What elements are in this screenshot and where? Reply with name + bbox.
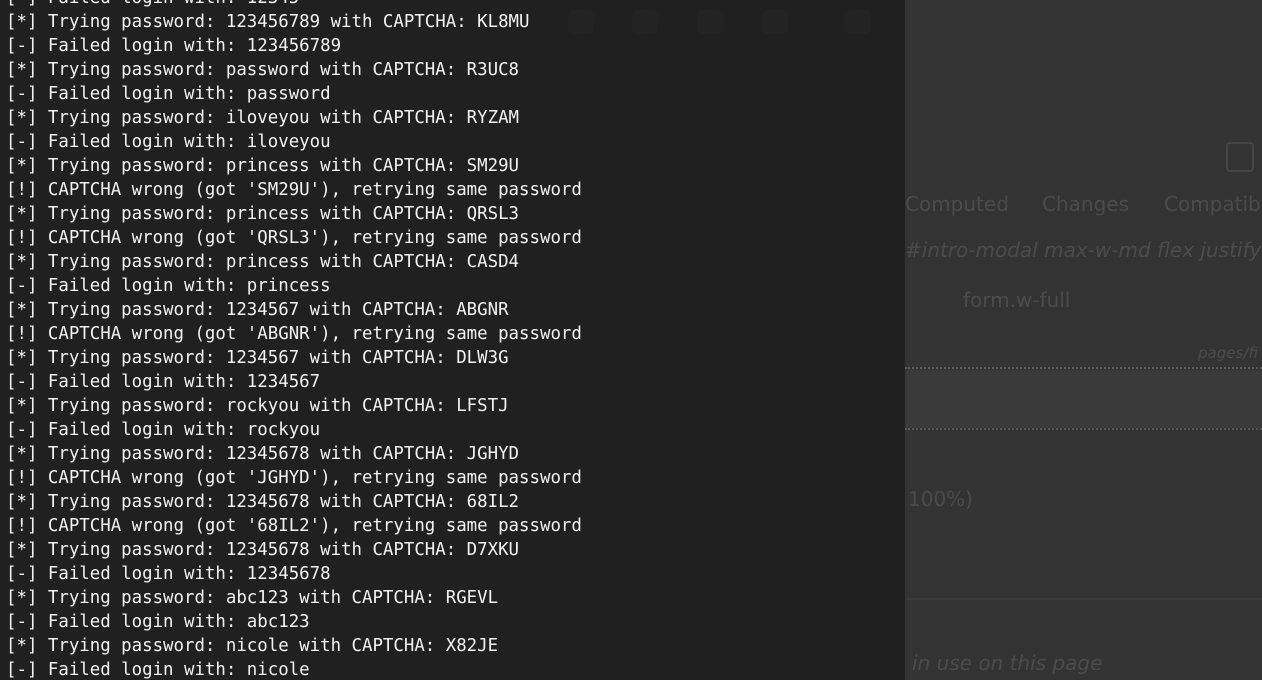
copy-icon[interactable]: [1226, 142, 1254, 172]
terminal-line: [!] CAPTCHA wrong (got 'ABGNR'), retryin…: [6, 324, 582, 344]
class-dropdown[interactable]: form.w-full: [963, 288, 1070, 312]
divider: [905, 367, 1262, 369]
terminal-line: [!] CAPTCHA wrong (got 'SM29U'), retryin…: [6, 180, 582, 200]
terminal-line: [-] Failed login with: rockyou: [6, 420, 321, 440]
devtools-tab-changes[interactable]: Changes: [1042, 192, 1129, 216]
terminal-output: [-] Failed login with: 12345 [*] Trying p…: [6, 0, 582, 680]
terminal-line: [!] CAPTCHA wrong (got 'JGHYD'), retryin…: [6, 468, 582, 488]
terminal-line: [!] CAPTCHA wrong (got '68IL2'), retryin…: [6, 516, 582, 536]
terminal-line: [-] Failed login with: 123456789: [6, 36, 342, 56]
screen: Computed Changes Compatib #intro-modal m…: [0, 0, 1262, 680]
terminal-window[interactable]: [-] Failed login with: 12345 [*] Trying p…: [0, 0, 905, 680]
percent-value-text: 100%): [908, 487, 973, 511]
terminal-line: [*] Trying password: password with CAPTC…: [6, 60, 520, 80]
fonts-in-use-text: in use on this page: [912, 651, 1103, 675]
terminal-line: [*] Trying password: princess with CAPTC…: [6, 156, 520, 176]
terminal-line: [*] Trying password: rockyou with CAPTCH…: [6, 396, 509, 416]
terminal-line: [-] Failed login with: 12345: [6, 0, 582, 10]
element-selector-text: #intro-modal max-w-md flex justify-: [905, 238, 1262, 262]
terminal-line: [-] Failed login with: password: [6, 84, 331, 104]
highlight-row: [905, 370, 1262, 428]
devtools-panel-background: [905, 0, 1262, 680]
terminal-line: [-] Failed login with: princess: [6, 276, 331, 296]
terminal-line: [-] Failed login with: 1234567: [6, 372, 321, 392]
terminal-line: [*] Trying password: 1234567 with CAPTCH…: [6, 300, 509, 320]
terminal-line: [*] Trying password: 12345678 with CAPTC…: [6, 540, 520, 560]
terminal-line: [*] Trying password: abc123 with CAPTCHA…: [6, 588, 499, 608]
terminal-line: [!] CAPTCHA wrong (got 'QRSL3'), retryin…: [6, 228, 582, 248]
terminal-line: [*] Trying password: 12345678 with CAPTC…: [6, 492, 520, 512]
terminal-line: [-] Failed login with: iloveyou: [6, 132, 331, 152]
terminal-line: [-] Failed login with: 12345678: [6, 564, 331, 584]
terminal-line: [*] Trying password: nicole with CAPTCHA…: [6, 636, 499, 656]
section-divider: [905, 598, 1262, 600]
terminal-line: [-] Failed login with: abc123: [6, 612, 310, 632]
divider: [905, 428, 1262, 430]
source-path-text[interactable]: pages/fi: [1198, 344, 1258, 362]
terminal-line: [*] Trying password: princess with CAPTC…: [6, 252, 520, 272]
terminal-line: [*] Trying password: princess with CAPTC…: [6, 204, 520, 224]
terminal-line: [*] Trying password: 12345678 with CAPTC…: [6, 444, 520, 464]
terminal-line: [*] Trying password: iloveyou with CAPTC…: [6, 108, 520, 128]
terminal-line: [-] Failed login with: nicole: [6, 660, 310, 680]
terminal-line: [*] Trying password: 123456789 with CAPT…: [6, 12, 530, 32]
terminal-line: [*] Trying password: 1234567 with CAPTCH…: [6, 348, 509, 368]
devtools-tab-computed[interactable]: Computed: [905, 192, 1009, 216]
devtools-tab-compatibility[interactable]: Compatib: [1164, 192, 1261, 216]
